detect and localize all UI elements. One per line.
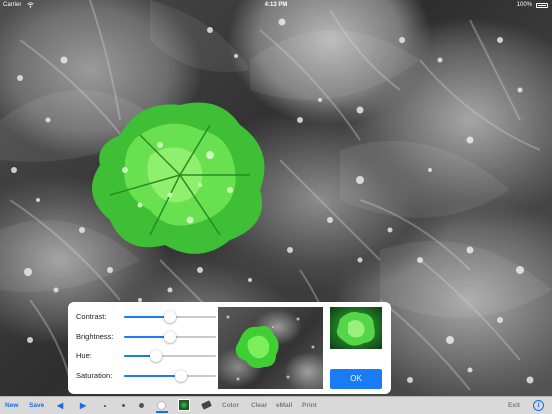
new-button[interactable]: New <box>5 397 18 414</box>
clock: 4:13 PM <box>264 2 288 8</box>
preview-flower <box>226 315 315 381</box>
brightness-slider-row: Brightness: <box>76 330 216 344</box>
preview-image <box>218 307 323 389</box>
hue-slider[interactable] <box>124 350 216 362</box>
clear-button[interactable]: Clear <box>251 397 267 414</box>
battery-icon <box>536 3 548 8</box>
color-button[interactable]: Color <box>222 397 239 414</box>
print-button[interactable]: Print <box>302 397 317 414</box>
battery-percentage: 100% <box>516 2 532 8</box>
brush-size-medium-icon[interactable] <box>139 403 144 408</box>
adjustment-panel: Contrast: Brightness: Hue: Saturation: O… <box>68 302 391 394</box>
hue-slider-thumb[interactable] <box>150 350 163 362</box>
contrast-slider-row: Contrast: <box>76 310 216 324</box>
hue-label: Hue: <box>76 351 92 360</box>
brightness-slider[interactable] <box>124 331 216 343</box>
thumbnail-flower <box>336 311 375 346</box>
contrast-slider[interactable] <box>124 311 216 323</box>
selected-brush-indicator <box>156 411 168 413</box>
save-button[interactable]: Save <box>29 397 44 414</box>
contrast-slider-thumb[interactable] <box>164 311 176 323</box>
saturation-slider-fill <box>124 375 182 377</box>
email-button[interactable]: eMail <box>276 397 292 414</box>
brightness-slider-thumb[interactable] <box>164 331 176 343</box>
image-thumbnail-icon[interactable] <box>178 399 190 411</box>
ok-button[interactable]: OK <box>330 369 382 389</box>
brush-size-small-icon[interactable] <box>122 404 125 407</box>
saturation-slider-row: Saturation: <box>76 369 216 383</box>
hue-slider-row: Hue: <box>76 349 216 363</box>
brush-size-large-icon[interactable] <box>157 401 166 410</box>
previous-arrow-icon[interactable]: ◀ <box>57 397 63 414</box>
bottom-toolbar: New Save ◀ ▶ Color Clear eMail Print Exi… <box>0 396 552 414</box>
eraser-icon[interactable] <box>201 400 212 410</box>
info-icon[interactable]: i <box>533 400 544 411</box>
status-bar: Carrier 4:13 PM 100% <box>0 0 552 10</box>
saturation-label: Saturation: <box>76 371 113 380</box>
color-preview-thumbnail <box>330 307 382 349</box>
brightness-label: Brightness: <box>76 332 114 341</box>
contrast-label: Contrast: <box>76 312 107 321</box>
green-flower-selection[interactable] <box>80 95 280 265</box>
next-arrow-icon[interactable]: ▶ <box>80 397 86 414</box>
saturation-slider[interactable] <box>124 370 216 382</box>
brush-size-tiny-icon[interactable] <box>104 405 106 407</box>
saturation-slider-thumb[interactable] <box>175 370 188 382</box>
exit-button[interactable]: Exit <box>508 397 520 414</box>
